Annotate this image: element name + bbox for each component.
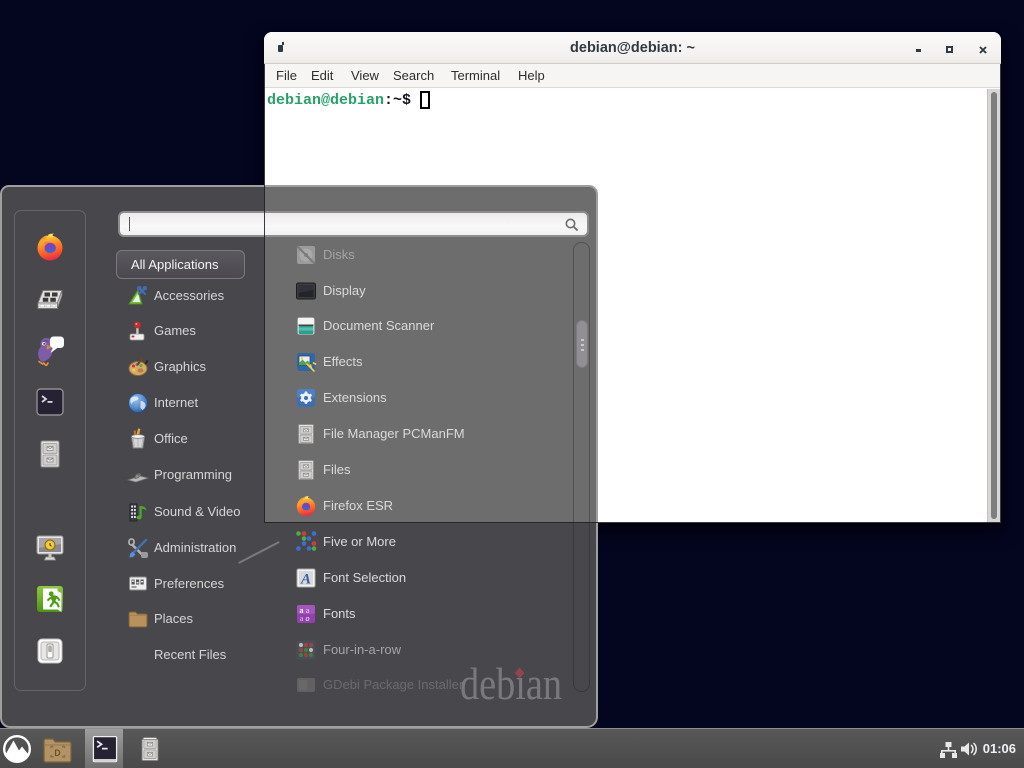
svg-text:a: a <box>300 614 304 623</box>
svg-text:A: A <box>300 572 311 588</box>
svg-text:D: D <box>54 747 61 758</box>
svg-text:o: o <box>306 614 310 623</box>
